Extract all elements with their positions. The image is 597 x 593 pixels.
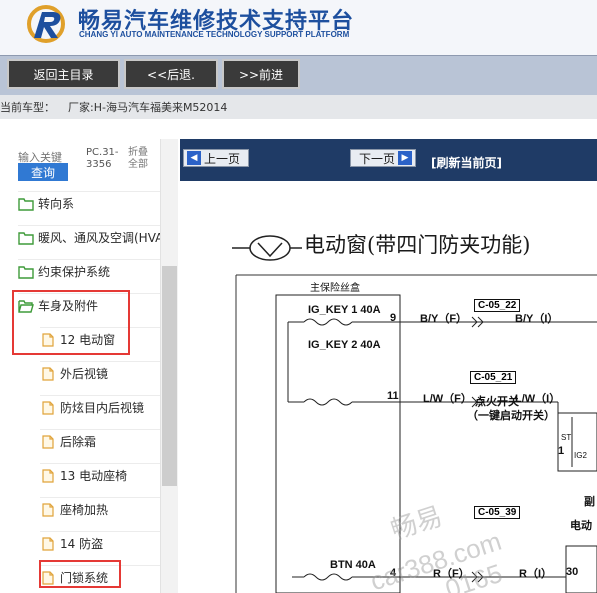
logo-icon	[27, 5, 65, 43]
brand-subtitle: CHANG YI AUTO MAINTENANCE TECHNOLOGY SUP…	[79, 30, 350, 39]
fuse-box-label: 主保险丝盒	[310, 283, 360, 294]
brand-emblem-icon	[232, 235, 302, 261]
folder-icon	[18, 197, 38, 211]
current-vehicle-label: 当前车型：	[0, 101, 55, 114]
connector-label: C-05_39	[474, 506, 521, 519]
pc-code: PC.31-3356	[86, 147, 119, 170]
ignition-switch-sublabel: （一键启动开关）	[467, 410, 555, 422]
sidebar-scrollbar[interactable]	[160, 139, 178, 593]
tree-item-doc[interactable]: 防炫目内后视镜	[40, 395, 160, 419]
document-icon	[40, 536, 60, 551]
diagram-title: 电动窗(带四门防夹功能)	[304, 233, 531, 257]
switch-terminal-label: IG2	[574, 451, 587, 460]
collapse-all-link[interactable]: 折叠全部	[128, 147, 154, 171]
fuse-label: IG_KEY 1 40A	[308, 304, 381, 316]
tree-item-doc[interactable]: 后除霜	[40, 429, 160, 453]
connector-label: C-05_22	[474, 299, 521, 312]
folder-icon	[18, 231, 38, 245]
tree-item-folder[interactable]: 约束保护系统	[18, 259, 160, 283]
next-page-button[interactable]: 下一页 ▶	[350, 149, 416, 167]
tree-item-doc[interactable]: 13 电动座椅	[40, 463, 160, 487]
switch-terminal-label: ST	[561, 433, 572, 442]
tree-item-label: 14 防盗	[60, 537, 104, 551]
prev-page-button[interactable]: ◀ 上一页	[183, 149, 249, 167]
document-icon	[40, 468, 60, 483]
wire-label: L/W（F）	[423, 393, 472, 405]
tree-item-label: 13 电动座椅	[60, 469, 128, 483]
document-icon	[40, 366, 60, 381]
highlight-box-door-lock	[39, 560, 121, 588]
toolbar: 返回主目录 <<后退. >>前进	[0, 55, 597, 95]
pin-number: 11	[387, 390, 399, 402]
tree-item-folder[interactable]: 转向系	[18, 191, 160, 215]
app-window: 畅易汽车维修技术支持平台 CHANG YI AUTO MAINTENANCE T…	[0, 0, 597, 593]
sidebar: 查询 PC.31-3356 折叠全部 转向系暖风、通风及空调(HVAC) 约束保护…	[0, 139, 180, 593]
wire-label: R（I）	[519, 568, 552, 580]
wire-label: B/Y（F）	[420, 313, 468, 325]
fuse-label: IG_KEY 2 40A	[308, 339, 381, 351]
current-vehicle-value: 厂家:H-海马汽车福美来M52014	[68, 101, 228, 114]
document-icon	[40, 434, 60, 449]
spacer	[0, 119, 597, 139]
arrow-right-icon: ▶	[398, 151, 412, 165]
tree-item-folder[interactable]: 暖风、通风及空调(HVAC)	[18, 225, 160, 249]
wire-label: L/W（I）	[515, 393, 561, 405]
pin-number: 30	[566, 566, 579, 578]
folder-icon	[18, 265, 38, 279]
tree-item-doc[interactable]: 外后视镜	[40, 361, 160, 385]
pin-number: 9	[390, 312, 397, 324]
highlight-box-body	[12, 290, 130, 355]
tree-item-label: 防炫目内后视镜	[60, 401, 145, 415]
tree-item-doc[interactable]: 座椅加热	[40, 497, 160, 521]
header-banner: 畅易汽车维修技术支持平台 CHANG YI AUTO MAINTENANCE T…	[0, 0, 597, 55]
prev-page-label: 上一页	[204, 151, 241, 166]
tree-item-label: 转向系	[38, 197, 75, 211]
tree-item-label: 座椅加热	[60, 503, 109, 517]
scrollbar-thumb[interactable]	[162, 266, 177, 486]
right-component-label: 电动	[570, 520, 592, 532]
back-button[interactable]: <<后退.	[124, 59, 218, 89]
right-component-label: 副	[584, 496, 595, 508]
main-content: ◀ 上一页 下一页 ▶ [刷新当前页] 电动窗(带四门防夹功能) 主保险丝盒 I…	[180, 139, 597, 593]
back-to-main-button[interactable]: 返回主目录	[7, 59, 120, 89]
tree-item-label: 外后视镜	[60, 367, 109, 381]
document-icon	[40, 502, 60, 517]
arrow-left-icon: ◀	[187, 151, 201, 165]
tree-item-label: 约束保护系统	[38, 265, 111, 279]
pager-bar: ◀ 上一页 下一页 ▶ [刷新当前页]	[180, 139, 597, 181]
tree-item-label: 后除霜	[60, 435, 97, 449]
tree-item-doc[interactable]: 14 防盗	[40, 531, 160, 555]
pin-number: 1	[558, 445, 565, 457]
search-button[interactable]: 查询	[18, 163, 68, 181]
next-page-label: 下一页	[359, 151, 396, 166]
wire-label: B/Y（I）	[515, 313, 559, 325]
refresh-page-link[interactable]: [刷新当前页]	[431, 154, 502, 171]
current-vehicle-bar: 当前车型： 厂家:H-海马汽车福美来M52014	[0, 95, 597, 119]
wiring-diagram: 电动窗(带四门防夹功能) 主保险丝盒 IG_KEY 1 40A IG_KEY 2…	[180, 181, 597, 593]
tree-item-label: 暖风、通风及空调(HVAC)	[38, 231, 160, 245]
document-icon	[40, 400, 60, 415]
forward-button[interactable]: >>前进	[222, 59, 300, 89]
connector-label: C-05_21	[470, 371, 517, 384]
